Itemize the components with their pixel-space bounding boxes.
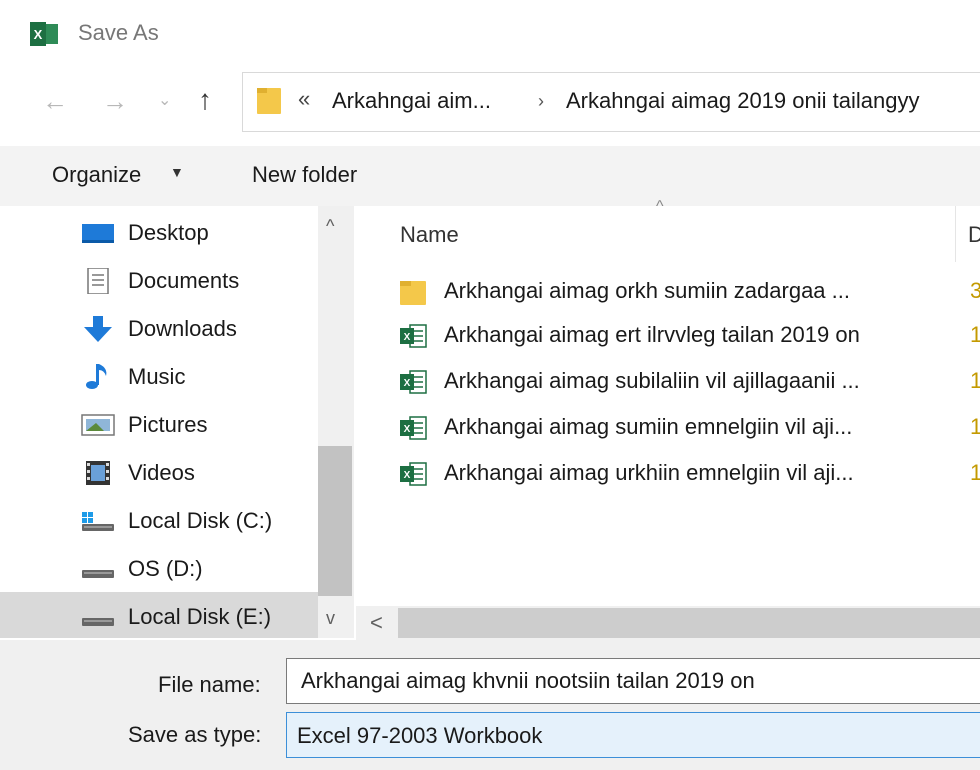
sidebar-item-videos[interactable]: Videos [80,450,318,496]
file-name-label: File name: [158,672,261,697]
windows-drive-icon [80,508,116,534]
sidebar-item-local-disk-c[interactable]: Local Disk (C:) [80,498,318,544]
file-name: Arkhangai aimag urkhiin emnelgiin vil aj… [444,460,854,485]
sidebar-item-music[interactable]: Music [80,354,318,400]
sidebar-item-label: OS (D:) [128,556,203,581]
file-row-folder[interactable]: Arkhangai aimag orkh sumiin zadargaa ...… [360,270,980,314]
file-name-input[interactable] [286,658,980,704]
save-as-type-select[interactable]: Excel 97-2003 Workbook [286,712,980,758]
chevron-down-icon[interactable]: ▼ [170,164,184,180]
music-icon [80,364,116,390]
sidebar-item-label: Downloads [128,316,237,341]
excel-file-icon: X [398,321,428,351]
file-name: Arkhangai aimag ert ilrvvleg tailan 2019… [444,322,860,347]
file-name: Arkhangai aimag orkh sumiin zadargaa ... [444,278,850,303]
up-one-level-button[interactable]: ↑ [198,84,212,116]
file-date-partial: 1 [970,322,980,347]
file-date-partial: 1 [970,368,980,393]
sidebar-item-os-d[interactable]: OS (D:) [80,546,318,592]
scroll-down-button[interactable]: v [326,608,335,629]
drive-icon [80,604,116,630]
breadcrumb-separator[interactable]: › [538,86,544,116]
sidebar-item-local-disk-e[interactable]: Local Disk (E:) [80,594,318,640]
file-row-excel[interactable]: X Arkhangai aimag sumiin emnelgiin vil a… [360,406,980,450]
sidebar-item-documents[interactable]: Documents [80,258,318,304]
sidebar-item-label: Desktop [128,220,209,245]
save-as-type-value: Excel 97-2003 Workbook [297,723,543,748]
sort-ascending-icon: ^ [656,198,664,215]
sidebar-scroll-thumb[interactable] [318,446,352,596]
back-button[interactable]: ← [42,86,68,116]
column-header-date[interactable]: D [968,220,980,250]
file-date-partial: 1 [970,460,980,485]
sidebar-item-label: Pictures [128,412,208,437]
excel-file-icon: X [398,367,428,397]
horizontal-scroll-thumb[interactable] [398,608,980,638]
organize-button[interactable]: Organize [52,160,141,190]
svg-text:X: X [34,27,43,42]
forward-button[interactable]: → [102,86,128,116]
file-row-excel[interactable]: X Arkhangai aimag urkhiin emnelgiin vil … [360,452,980,496]
folder-icon [256,86,282,116]
navigation-pane: Desktop Documents Downloads Music Pictur… [0,206,318,640]
save-as-type-label: Save as type: [128,722,262,747]
drive-icon [80,556,116,582]
sidebar-item-label: Local Disk (E:) [128,604,272,629]
file-row-excel[interactable]: X Arkhangai aimag ert ilrvvleg tailan 20… [360,314,980,358]
documents-icon [80,267,116,295]
sidebar-item-label: Local Disk (C:) [128,508,273,533]
breadcrumb-segment-current[interactable]: Arkahngai aimag 2019 onii tailangyy [566,86,919,116]
svg-text:X: X [404,332,411,343]
sidebar-item-label: Documents [128,268,240,293]
file-date-partial: 3 [970,278,980,303]
downloads-icon [80,316,116,342]
recent-locations-dropdown[interactable]: ⌄ [158,90,171,110]
sidebar-item-pictures[interactable]: Pictures [80,402,318,448]
window-title: Save As [78,20,159,45]
svg-text:X: X [404,470,411,481]
sidebar-item-downloads[interactable]: Downloads [80,306,318,352]
scroll-left-button[interactable]: < [370,610,383,636]
column-divider[interactable] [955,206,956,262]
sidebar-item-label: Music [128,364,186,389]
svg-text:X: X [404,378,411,389]
command-toolbar [0,146,980,206]
sidebar-item-label: Videos [128,460,195,485]
file-row-excel[interactable]: X Arkhangai aimag subilaliin vil ajillag… [360,360,980,404]
desktop-icon [80,220,116,246]
scroll-up-button[interactable]: ^ [326,216,334,237]
excel-file-icon: X [398,459,428,489]
excel-app-icon: X [30,22,58,46]
address-overflow-chevron[interactable]: « [298,84,310,114]
new-folder-button[interactable]: New folder [252,160,357,190]
sidebar-item-desktop[interactable]: Desktop [80,210,318,256]
videos-icon [80,460,116,486]
file-date-partial: 1 [970,414,980,439]
excel-file-icon: X [398,413,428,443]
pictures-icon [80,412,116,438]
file-name: Arkhangai aimag subilaliin vil ajillagaa… [444,368,860,393]
file-name: Arkhangai aimag sumiin emnelgiin vil aji… [444,414,853,439]
breadcrumb-segment[interactable]: Arkahngai aim... [332,86,491,116]
column-header-name[interactable]: Name [400,220,459,250]
folder-icon [398,277,428,307]
svg-text:X: X [404,424,411,435]
